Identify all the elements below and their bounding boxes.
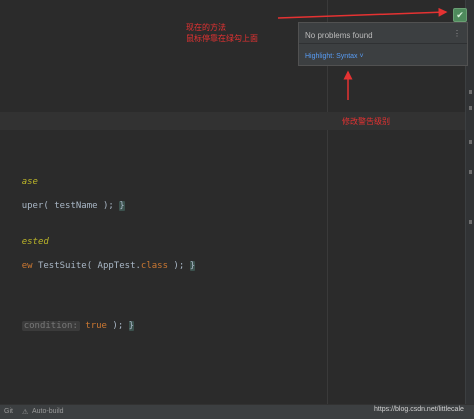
watermark: https://blog.csdn.net/littlecale xyxy=(374,406,464,413)
red-arrows xyxy=(277,7,448,100)
autobuild-status[interactable]: Auto-build xyxy=(32,408,64,415)
annotation-note-1: 现在的方法 鼠标停靠在绿勾上面 xyxy=(186,22,258,44)
arrow-to-check xyxy=(277,7,448,19)
warning-icon[interactable]: ⚠ xyxy=(22,408,28,416)
annotation-note-2: 修改警告级别 xyxy=(342,117,390,126)
annotation-note-1-line2: 鼠标停靠在绿勾上面 xyxy=(186,34,258,43)
git-status[interactable]: Git xyxy=(4,408,13,415)
annotation-note-1-line1: 现在的方法 xyxy=(186,23,226,32)
